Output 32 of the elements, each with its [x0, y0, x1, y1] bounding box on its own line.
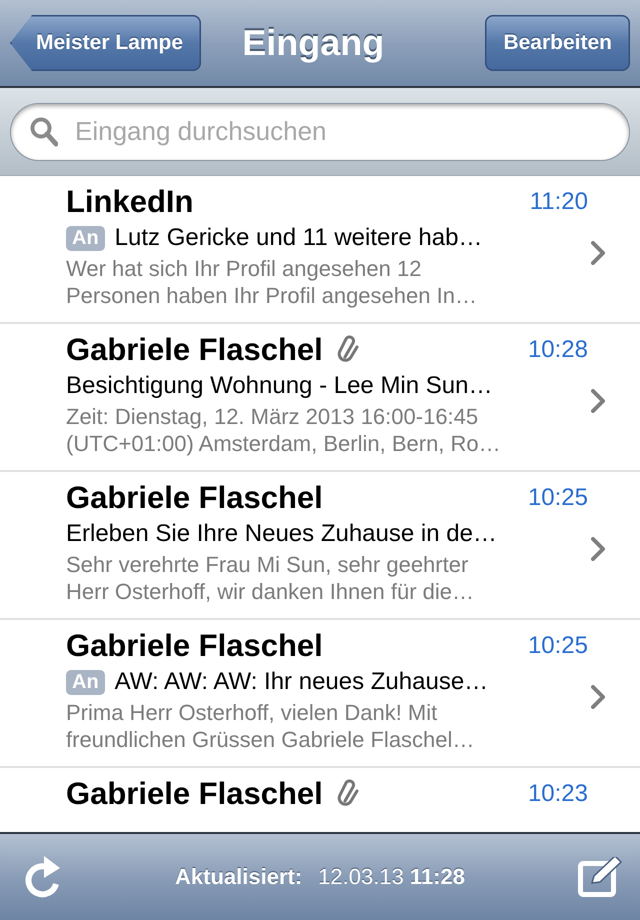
sender-name: Gabriele Flaschel: [66, 776, 323, 812]
update-time: 12.03.13 11:28: [318, 864, 465, 890]
screen-title: Eingang: [241, 22, 386, 64]
sender-name: Gabriele Flaschel: [66, 628, 323, 664]
recipient-badge: An: [66, 670, 105, 694]
recipient-badge: An: [66, 226, 105, 250]
message-time: 10:28: [528, 336, 588, 364]
edit-button[interactable]: Bearbeiten: [485, 15, 630, 71]
message-preview: Sehr verehrte Frau Mi Sun, sehr geehrter Herr Osterhoff, wir danken Ihnen für die…: [66, 551, 476, 605]
search-icon: [30, 116, 58, 146]
chevron-icon: [591, 241, 605, 265]
search-field[interactable]: Eingang durchsuchen: [10, 102, 630, 160]
chevron-icon: [591, 685, 605, 709]
message-preview: Zeit: Dienstag, 12. März 2013 16:00-16:45 (UTC+01:00) Amsterdam, Berlin, Bern, Ro…: [66, 403, 502, 457]
message-time: 10:25: [528, 632, 588, 660]
chevron-icon: [591, 537, 605, 561]
message-time: 10:23: [528, 780, 588, 808]
message-time: 10:25: [528, 484, 588, 512]
status-label: Aktualisiert:: [175, 864, 302, 890]
message-subject: Lutz Gericke und 11 weitere hab…: [114, 224, 482, 252]
message-subject: AW: AW: AW: Ihr neues Zuhause…: [114, 668, 488, 696]
message-preview: Wer hat sich Ihr Profil angesehen 12 Personen haben Ihr Profil angesehen In…: [66, 255, 478, 309]
back-button[interactable]: Meister Lampe: [10, 15, 202, 71]
sender-name: LinkedIn: [66, 184, 194, 220]
compose-icon[interactable]: [578, 857, 622, 897]
sender-name: Gabriele Flaschel: [66, 480, 323, 516]
message-time: 11:20: [530, 188, 588, 216]
sender-name: Gabriele Flaschel: [66, 332, 323, 368]
message-subject: Besichtigung Wohnung - Lee Min Sun…: [66, 372, 492, 400]
message-preview: Prima Herr Osterhoff, vielen Dank! Mit freundlichen Grüssen Gabriele Flaschel…: [66, 699, 476, 753]
chevron-icon: [591, 389, 605, 413]
message-subject: Erleben Sie Ihre Neues Zuhause in de…: [66, 520, 497, 548]
